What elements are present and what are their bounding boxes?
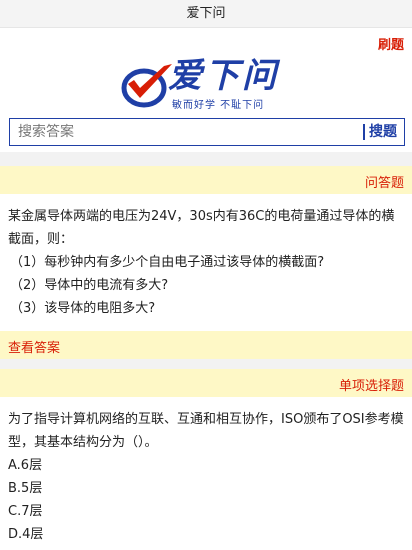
section-gap — [0, 152, 412, 166]
choice-question[interactable]: 为了指导计算机网络的互联、互通和相互协作，ISO颁布了OSI参考模型，其基本结构… — [8, 408, 406, 546]
qa-question[interactable]: 某金属导体两端的电压为24V，30s内有36C的电荷量通过导体的横截面，则： （… — [8, 205, 406, 320]
nav-row: 刷题 — [0, 28, 412, 56]
qa-question-text: 某金属导体两端的电压为24V，30s内有36C的电荷量通过导体的横截面，则： — [8, 209, 395, 247]
app-title: 爱下问 — [186, 6, 226, 21]
logo-title: 爱下问 — [168, 56, 279, 96]
choice-option[interactable]: D.4层 — [8, 523, 406, 546]
qa-sub-item: （1）每秒钟内有多少个自由电子通过该导体的横截面? — [10, 255, 325, 270]
qa-section-label: 问答题 — [364, 176, 404, 191]
app-title-bar: 爱下问 — [0, 0, 412, 28]
qa-section-header: 问答题 — [0, 166, 412, 194]
shuati-link[interactable]: 刷题 — [378, 34, 404, 53]
choice-question-text: 为了指导计算机网络的互联、互通和相互协作，ISO颁布了OSI参考模型，其基本结构… — [8, 412, 404, 450]
choice-option[interactable]: A.6层 — [8, 454, 406, 477]
search-divider — [363, 124, 365, 140]
search-button[interactable]: 搜题 — [369, 119, 405, 145]
qa-sub-item: （3）该导体的电阻多大? — [10, 301, 156, 316]
choice-section-label: 单项选择题 — [338, 379, 404, 394]
choice-section-header: 单项选择题 — [0, 369, 412, 397]
logo[interactable]: 爱下问 敏而好学 不耻下问 — [0, 56, 412, 114]
choice-option[interactable]: C.7层 — [8, 500, 406, 523]
logo-slogan: 敏而好学 不耻下问 — [172, 100, 265, 111]
search-bar: 搜题 — [9, 118, 405, 146]
view-answer-bar[interactable]: 查看答案 — [0, 331, 412, 359]
qa-sub-item: （2）导体中的电流有多大? — [10, 278, 169, 293]
view-answer-link[interactable]: 查看答案 — [8, 337, 60, 356]
choice-option[interactable]: B.5层 — [8, 477, 406, 500]
search-input[interactable] — [10, 119, 360, 145]
